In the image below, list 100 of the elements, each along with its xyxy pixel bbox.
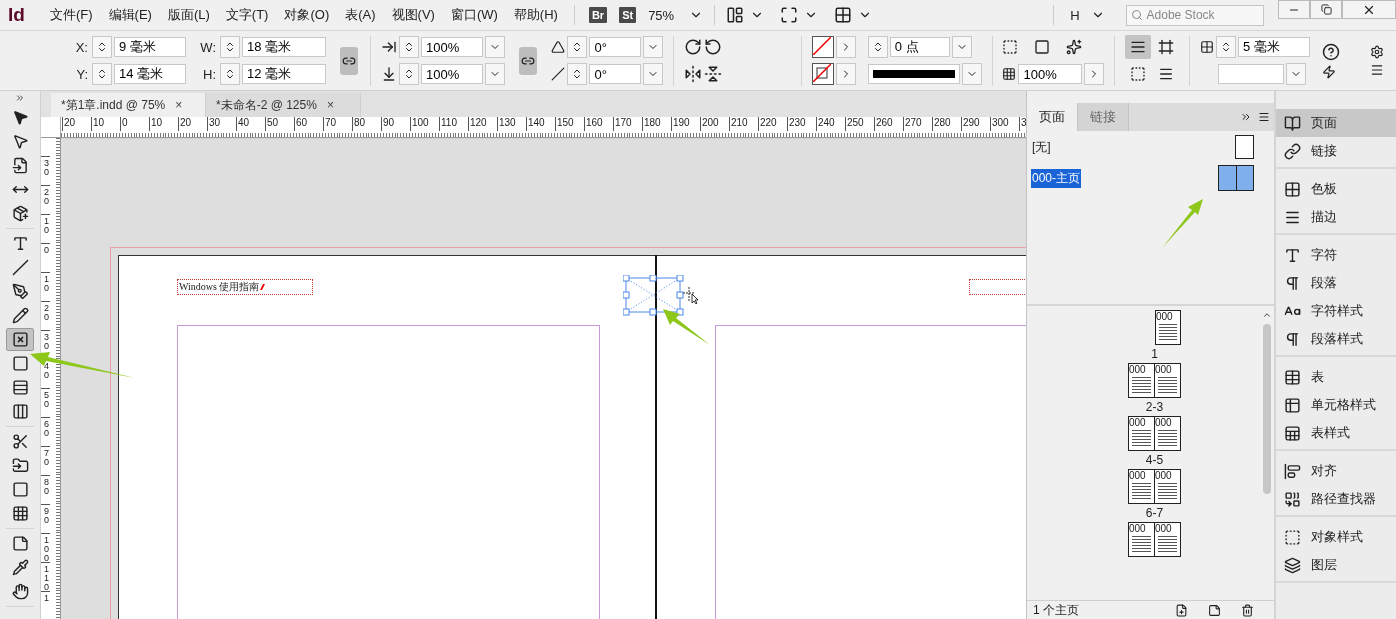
panel-item[interactable]: 对齐	[1276, 457, 1396, 485]
lightning-icon[interactable]	[1322, 64, 1336, 79]
scale-x-field[interactable]: 100%	[421, 37, 484, 57]
help-icon[interactable]	[1322, 42, 1340, 61]
flip-horizontal-icon[interactable]	[684, 65, 703, 83]
constrain-button[interactable]	[519, 46, 538, 75]
more-button[interactable]	[1084, 63, 1105, 85]
page-thumbnail[interactable]: 000 000	[1128, 416, 1181, 451]
panel-item[interactable]: 字符样式	[1276, 297, 1396, 325]
spinner-button[interactable]	[220, 63, 240, 85]
panel-item[interactable]: 对象样式	[1276, 523, 1396, 551]
shadow-icon[interactable]	[1034, 39, 1051, 55]
menu-item[interactable]: 视图(V)	[383, 6, 443, 24]
spinner-button[interactable]	[92, 36, 112, 58]
y-field[interactable]: 14 毫米	[114, 64, 186, 84]
page-thumbnail[interactable]: 000 000	[1128, 363, 1181, 398]
spinner-button[interactable]	[567, 36, 588, 58]
panel-item[interactable]: 链接	[1276, 137, 1396, 165]
spinner-button[interactable]	[867, 36, 888, 58]
spinner-button[interactable]	[1216, 36, 1236, 58]
menu-item[interactable]: 帮助(H)	[505, 6, 566, 24]
panel-item[interactable]: 路径查找器	[1276, 485, 1396, 513]
stroke-type-select[interactable]	[867, 64, 960, 84]
frame-icon[interactable]	[1002, 39, 1019, 55]
panel-tab[interactable]: 页面	[1027, 103, 1078, 131]
panel-item[interactable]: 字符	[1276, 241, 1396, 269]
menu-item[interactable]: 文件(F)	[42, 6, 101, 24]
spinner-button[interactable]	[399, 63, 420, 85]
panel-tab[interactable]: 链接	[1078, 103, 1129, 131]
menu-item[interactable]: 编辑(E)	[100, 6, 160, 24]
spinner-button[interactable]	[220, 36, 240, 58]
restore-button[interactable]	[1310, 0, 1342, 19]
page-icon[interactable]	[1208, 603, 1221, 617]
panel-item[interactable]: 色板	[1276, 175, 1396, 203]
menu-item[interactable]: 文字(T)	[217, 6, 277, 24]
flip-vertical-icon[interactable]	[704, 65, 723, 83]
dropdown-button[interactable]	[485, 63, 506, 85]
menu-item[interactable]: 表(A)	[337, 6, 384, 24]
minimize-button[interactable]	[1278, 0, 1310, 19]
bridge-button[interactable]: Br	[588, 7, 608, 23]
zoom-level[interactable]: 75%	[642, 7, 687, 23]
shear-field[interactable]: 0°	[589, 64, 642, 84]
spinner-button[interactable]	[399, 36, 420, 58]
settings-icon[interactable]	[1370, 44, 1384, 59]
height-field[interactable]: 12 毫米	[242, 64, 326, 84]
panel-item[interactable]: 段落样式	[1276, 325, 1396, 353]
stroke-swatch[interactable]	[811, 63, 834, 85]
rotate-clockwise-icon[interactable]	[684, 38, 703, 56]
fill-swatch[interactable]	[811, 36, 834, 58]
frame-x-tool[interactable]	[6, 328, 34, 351]
menu-item[interactable]: 版面(L)	[159, 6, 218, 24]
page-thumbnail[interactable]: 000 000	[1128, 469, 1181, 504]
opacity-field[interactable]: 100%	[1018, 64, 1083, 84]
width-field[interactable]: 18 毫米	[242, 37, 326, 57]
close-button[interactable]: ×	[175, 98, 183, 112]
angle-icon	[551, 40, 566, 54]
spinner-button[interactable]	[567, 63, 588, 85]
menu-item[interactable]: 窗口(W)	[442, 6, 506, 24]
panel-item[interactable]: 表样式	[1276, 419, 1396, 447]
master-page-item[interactable]: [无]	[1031, 137, 1052, 157]
menu-icon[interactable]	[1370, 62, 1384, 77]
effects-icon[interactable]	[1066, 39, 1083, 55]
master-spread-thumbnail[interactable]	[1218, 165, 1254, 191]
rotate-counterclockwise-icon[interactable]	[704, 38, 723, 56]
page-thumbnail[interactable]: 000	[1155, 310, 1181, 345]
new-page-icon[interactable]	[1175, 603, 1188, 617]
text-wrap-button[interactable]	[1125, 35, 1152, 59]
offset-field[interactable]: 5 毫米	[1238, 37, 1310, 57]
dropdown-button[interactable]	[1286, 63, 1306, 85]
dropdown-button[interactable]	[951, 36, 972, 58]
dropdown-button[interactable]	[643, 36, 664, 58]
panel-menu-icon[interactable]	[1258, 111, 1270, 123]
page-thumbnail[interactable]: 000 000	[1128, 522, 1181, 557]
master-page-thumbnail[interactable]	[1235, 135, 1254, 159]
document-tab[interactable]: *未命名-2 @ 125% ×	[206, 93, 361, 117]
expand-icon[interactable]	[1240, 111, 1252, 123]
document-tab[interactable]: *第1章.indd @ 75% ×	[51, 93, 206, 117]
spinner-button[interactable]	[92, 63, 112, 85]
stock-button[interactable]: St	[619, 7, 637, 23]
panel-item[interactable]: 表	[1276, 363, 1396, 391]
collapse-icon[interactable]	[15, 93, 25, 103]
x-field[interactable]: 9 毫米	[114, 37, 186, 57]
menu-item[interactable]: 对象(O)	[276, 6, 338, 24]
stroke-weight-field[interactable]: 0 点	[889, 37, 950, 57]
scroll-thumb[interactable]	[1263, 324, 1271, 494]
close-button[interactable]: ×	[326, 98, 334, 112]
panel-item[interactable]: 图层	[1276, 551, 1396, 579]
dropdown-button[interactable]	[643, 63, 664, 85]
dropdown-button[interactable]	[961, 63, 982, 85]
rotate-field[interactable]: 0°	[589, 37, 642, 57]
master-page-item[interactable]: 000-主页	[1031, 168, 1082, 188]
panel-item[interactable]: 页面	[1276, 109, 1396, 137]
panel-item[interactable]: 段落	[1276, 269, 1396, 297]
panel-item[interactable]: 单元格样式	[1276, 391, 1396, 419]
delete-icon[interactable]	[1241, 603, 1254, 617]
workspace-menu[interactable]: H	[1062, 7, 1088, 23]
dropdown-button[interactable]	[485, 36, 506, 58]
constrain-button[interactable]	[340, 46, 359, 75]
panel-item[interactable]: 描边	[1276, 203, 1396, 231]
scale-y-field[interactable]: 100%	[421, 64, 484, 84]
